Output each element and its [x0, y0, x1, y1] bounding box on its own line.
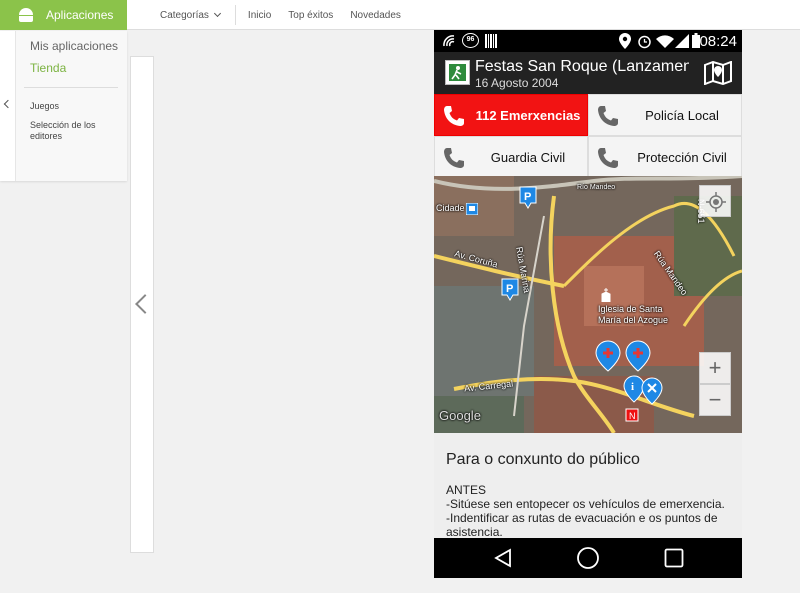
barcode-icon [485, 34, 497, 48]
call-emergency-button[interactable]: 112 Emerxencias [434, 94, 588, 136]
status-clock: 08:24 [699, 33, 737, 50]
app-screenshot: 96 08:24 Festas San Roque (Lanzamento 16… [434, 30, 742, 578]
map-view[interactable]: N P P i Cidade Río Mandeo Rúa Marina Av.… [434, 176, 742, 433]
button-label: Protección Civil [637, 149, 727, 165]
svg-text:N: N [629, 411, 636, 421]
info-body: ANTES -Sitúese sen entopecer os vehículo… [446, 483, 736, 538]
info-before: ANTES [446, 483, 487, 497]
map-label-rio-mandeo: Río Mandeo [577, 184, 616, 191]
wifi-icon [656, 35, 674, 48]
nav-categories-label: Categorías [160, 9, 209, 21]
parking-marker-icon[interactable]: P [519, 186, 537, 210]
menu-my-apps[interactable]: Mis aplicaciones [30, 39, 118, 53]
alarm-icon [638, 35, 651, 49]
nav-separator [234, 5, 236, 25]
svg-text:P: P [524, 191, 531, 203]
nav-top-hits[interactable]: Top éxitos [288, 10, 333, 21]
home-icon[interactable] [576, 546, 600, 570]
event-date: 16 Agosto 2004 [475, 76, 559, 90]
nav-home[interactable]: Inicio [248, 10, 271, 21]
zoom-in-button[interactable]: + [699, 352, 731, 384]
my-location-button[interactable] [699, 185, 731, 217]
map-label-church: Iglesia de Santa María del Azogue [598, 304, 669, 325]
map-label-google: Google [439, 408, 481, 423]
phone-icon [444, 106, 464, 126]
back-icon[interactable] [493, 548, 513, 568]
safety-info-panel[interactable]: Para o conxunto do público ANTES -Sitúes… [434, 433, 742, 538]
parking-marker-icon[interactable]: P [501, 278, 519, 302]
nav-categories[interactable]: Categorías [160, 9, 221, 21]
my-location-icon [706, 192, 726, 212]
bus-marker-icon[interactable] [466, 203, 478, 215]
android-nav-bar [434, 538, 742, 578]
zoom-out-button[interactable]: − [699, 384, 731, 416]
chevron-left-icon [3, 99, 13, 109]
call-local-police-button[interactable]: Policía Local [588, 94, 742, 136]
top-bar: Aplicaciones Categorías Inicio Top éxito… [0, 0, 800, 30]
menu-games[interactable]: Juegos [30, 101, 59, 111]
svg-text:P: P [506, 283, 513, 295]
church-marker-icon[interactable] [600, 288, 612, 302]
phone-icon [598, 148, 618, 168]
map-label-cidade: Cidade [436, 203, 465, 213]
info-line-1: -Sitúese sen entopecer os vehículos de e… [446, 497, 725, 511]
first-aid-markers-icon[interactable]: i [592, 336, 667, 406]
collapse-menu-button[interactable] [0, 31, 16, 181]
nfc-icon [443, 35, 455, 47]
brand-label: Aplicaciones [46, 8, 114, 22]
call-civil-protection-button[interactable]: Protección Civil [588, 136, 742, 178]
menu-divider [24, 87, 118, 88]
chevron-left-icon [135, 294, 155, 314]
top-nav: Categorías Inicio Top éxitos Novedades [160, 0, 418, 30]
button-label: 112 Emerxencias [475, 107, 581, 123]
apps-brand-link[interactable]: Aplicaciones [0, 0, 127, 30]
notification-badge: 96 [462, 33, 479, 48]
app-bar: Festas San Roque (Lanzamento 16 Agosto 2… [434, 52, 742, 94]
android-icon [18, 8, 34, 22]
info-heading: Para o conxunto do público [446, 451, 640, 468]
button-label: Policía Local [645, 107, 719, 123]
signal-icon [675, 34, 689, 48]
chevron-down-icon [213, 9, 221, 18]
left-menu: Mis aplicaciones Tienda Juegos Selección… [0, 31, 127, 181]
call-civil-guard-button[interactable]: Guardia Civil [434, 136, 588, 178]
location-icon [619, 33, 631, 49]
nav-news[interactable]: Novedades [350, 10, 401, 21]
status-bar: 96 08:24 [434, 30, 742, 52]
recents-icon[interactable] [664, 548, 684, 568]
map-icon[interactable] [704, 61, 732, 85]
app-title: Festas San Roque (Lanzamento [475, 58, 689, 75]
phone-icon [598, 106, 618, 126]
menu-editors-choice[interactable]: Selección de los editores [30, 120, 110, 142]
menu-store[interactable]: Tienda [30, 61, 66, 75]
carousel-prev-button[interactable] [130, 56, 155, 553]
app-logo-icon [445, 60, 470, 85]
button-label: Guardia Civil [490, 149, 566, 165]
svg-text:i: i [631, 381, 634, 393]
info-line-2: -Indentificar as rutas de evacuación e o… [446, 511, 718, 538]
phone-icon [444, 148, 464, 168]
